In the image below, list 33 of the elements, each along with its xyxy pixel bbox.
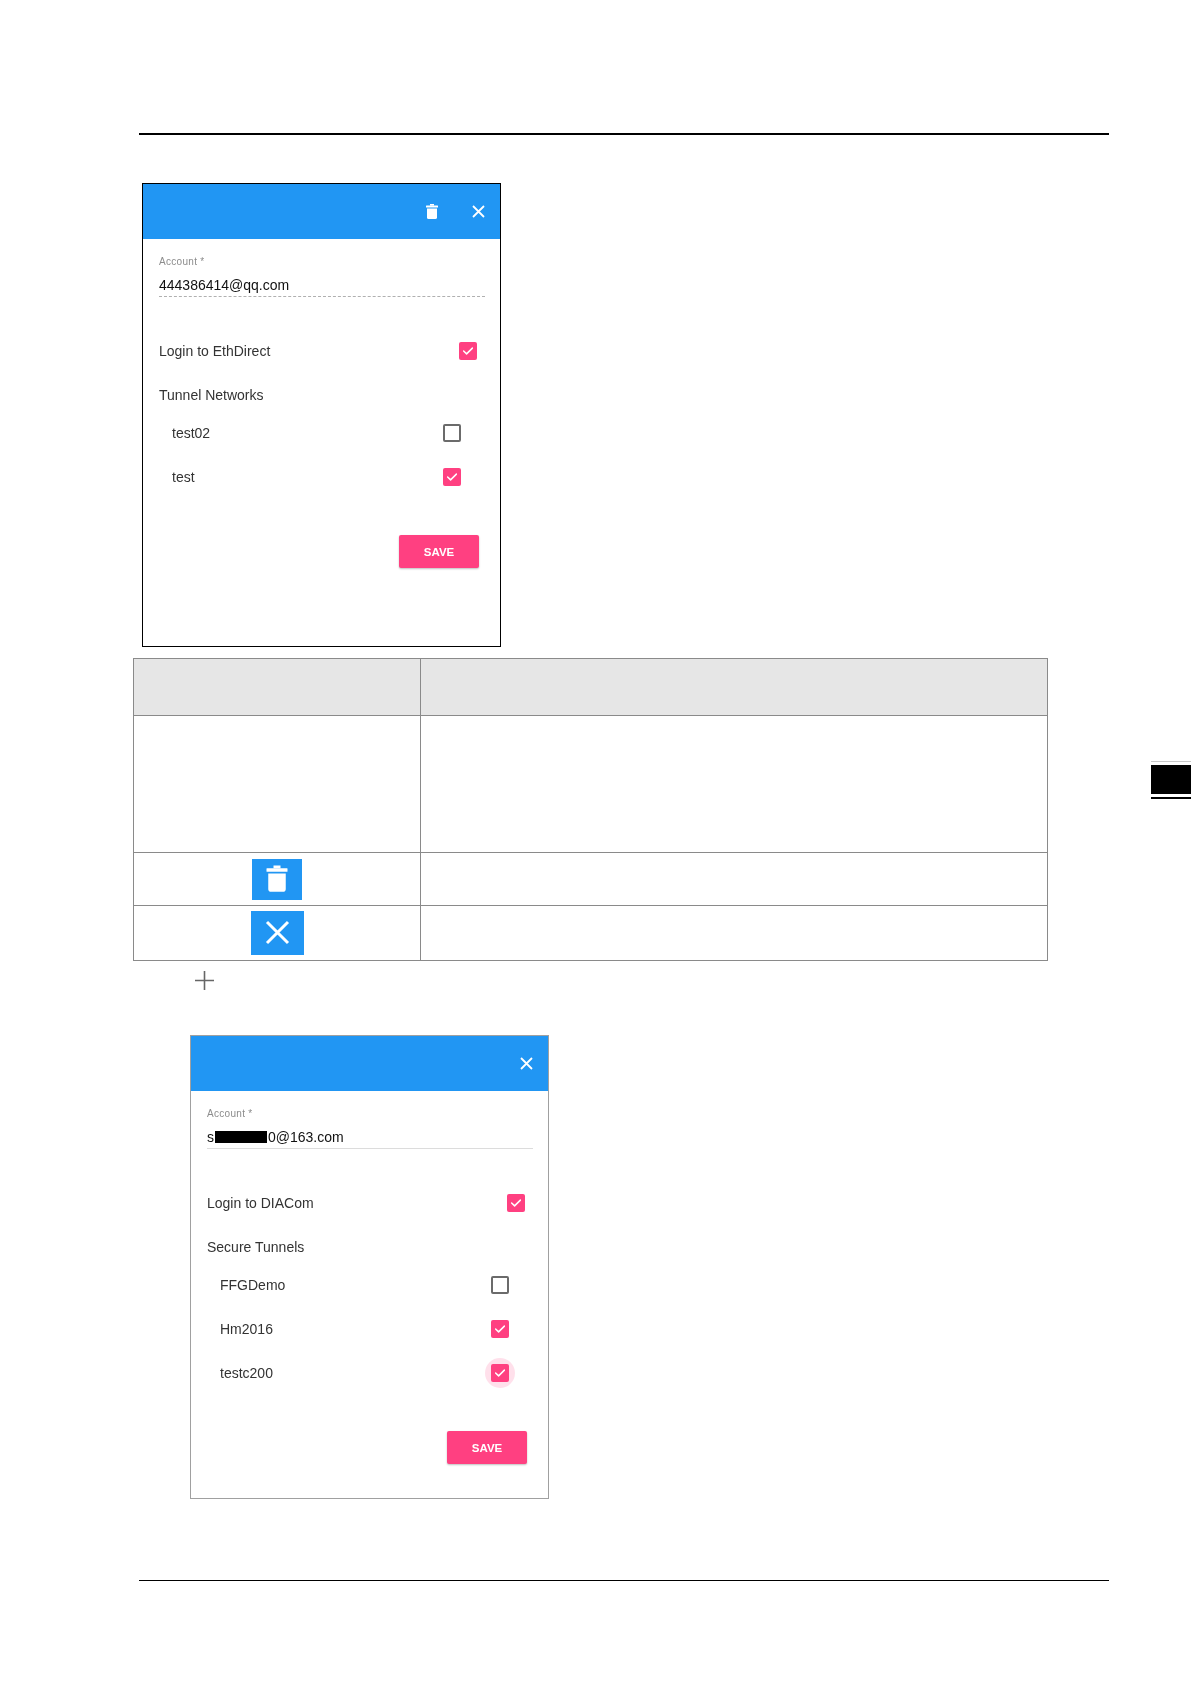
section-title: Secure Tunnels bbox=[207, 1238, 306, 1257]
checkmark-icon bbox=[511, 1199, 521, 1207]
trash-icon[interactable] bbox=[426, 204, 438, 219]
account-value: s bbox=[207, 1128, 214, 1146]
tunnel-name: test bbox=[172, 468, 195, 487]
checkmark-icon bbox=[447, 473, 457, 481]
section-title: Tunnel Networks bbox=[159, 386, 265, 405]
account-field[interactable]: Account * s 0@163.com bbox=[207, 1108, 533, 1149]
close-icon[interactable] bbox=[520, 1057, 533, 1070]
close-icon bbox=[250, 911, 304, 955]
login-label: Login to EthDirect bbox=[159, 342, 271, 361]
field-label: Account * bbox=[159, 256, 206, 268]
checkbox[interactable] bbox=[459, 342, 477, 360]
checkmark-icon bbox=[495, 1369, 505, 1377]
plus-icon bbox=[195, 971, 214, 990]
checkmark-icon bbox=[463, 347, 473, 355]
checkbox[interactable] bbox=[491, 1276, 509, 1294]
tunnel-name: Hm2016 bbox=[220, 1320, 273, 1339]
login-label: Login to DIACom bbox=[207, 1194, 314, 1213]
account-value: 444386414@qq.com bbox=[159, 276, 290, 294]
checkbox[interactable] bbox=[443, 424, 461, 442]
tunnel-name: FFGDemo bbox=[220, 1276, 286, 1295]
checkbox[interactable] bbox=[443, 468, 461, 486]
trash-icon bbox=[252, 858, 302, 900]
checkbox[interactable] bbox=[507, 1194, 525, 1212]
tunnel-name: test02 bbox=[172, 424, 211, 443]
close-icon[interactable] bbox=[472, 205, 485, 218]
checkbox[interactable] bbox=[485, 1358, 515, 1388]
checkbox[interactable] bbox=[491, 1320, 509, 1338]
tunnel-name: testc200 bbox=[220, 1364, 273, 1383]
account-value: 0@163.com bbox=[268, 1128, 344, 1146]
field-label: Account * bbox=[207, 1108, 254, 1120]
checkmark-icon bbox=[495, 1325, 505, 1333]
